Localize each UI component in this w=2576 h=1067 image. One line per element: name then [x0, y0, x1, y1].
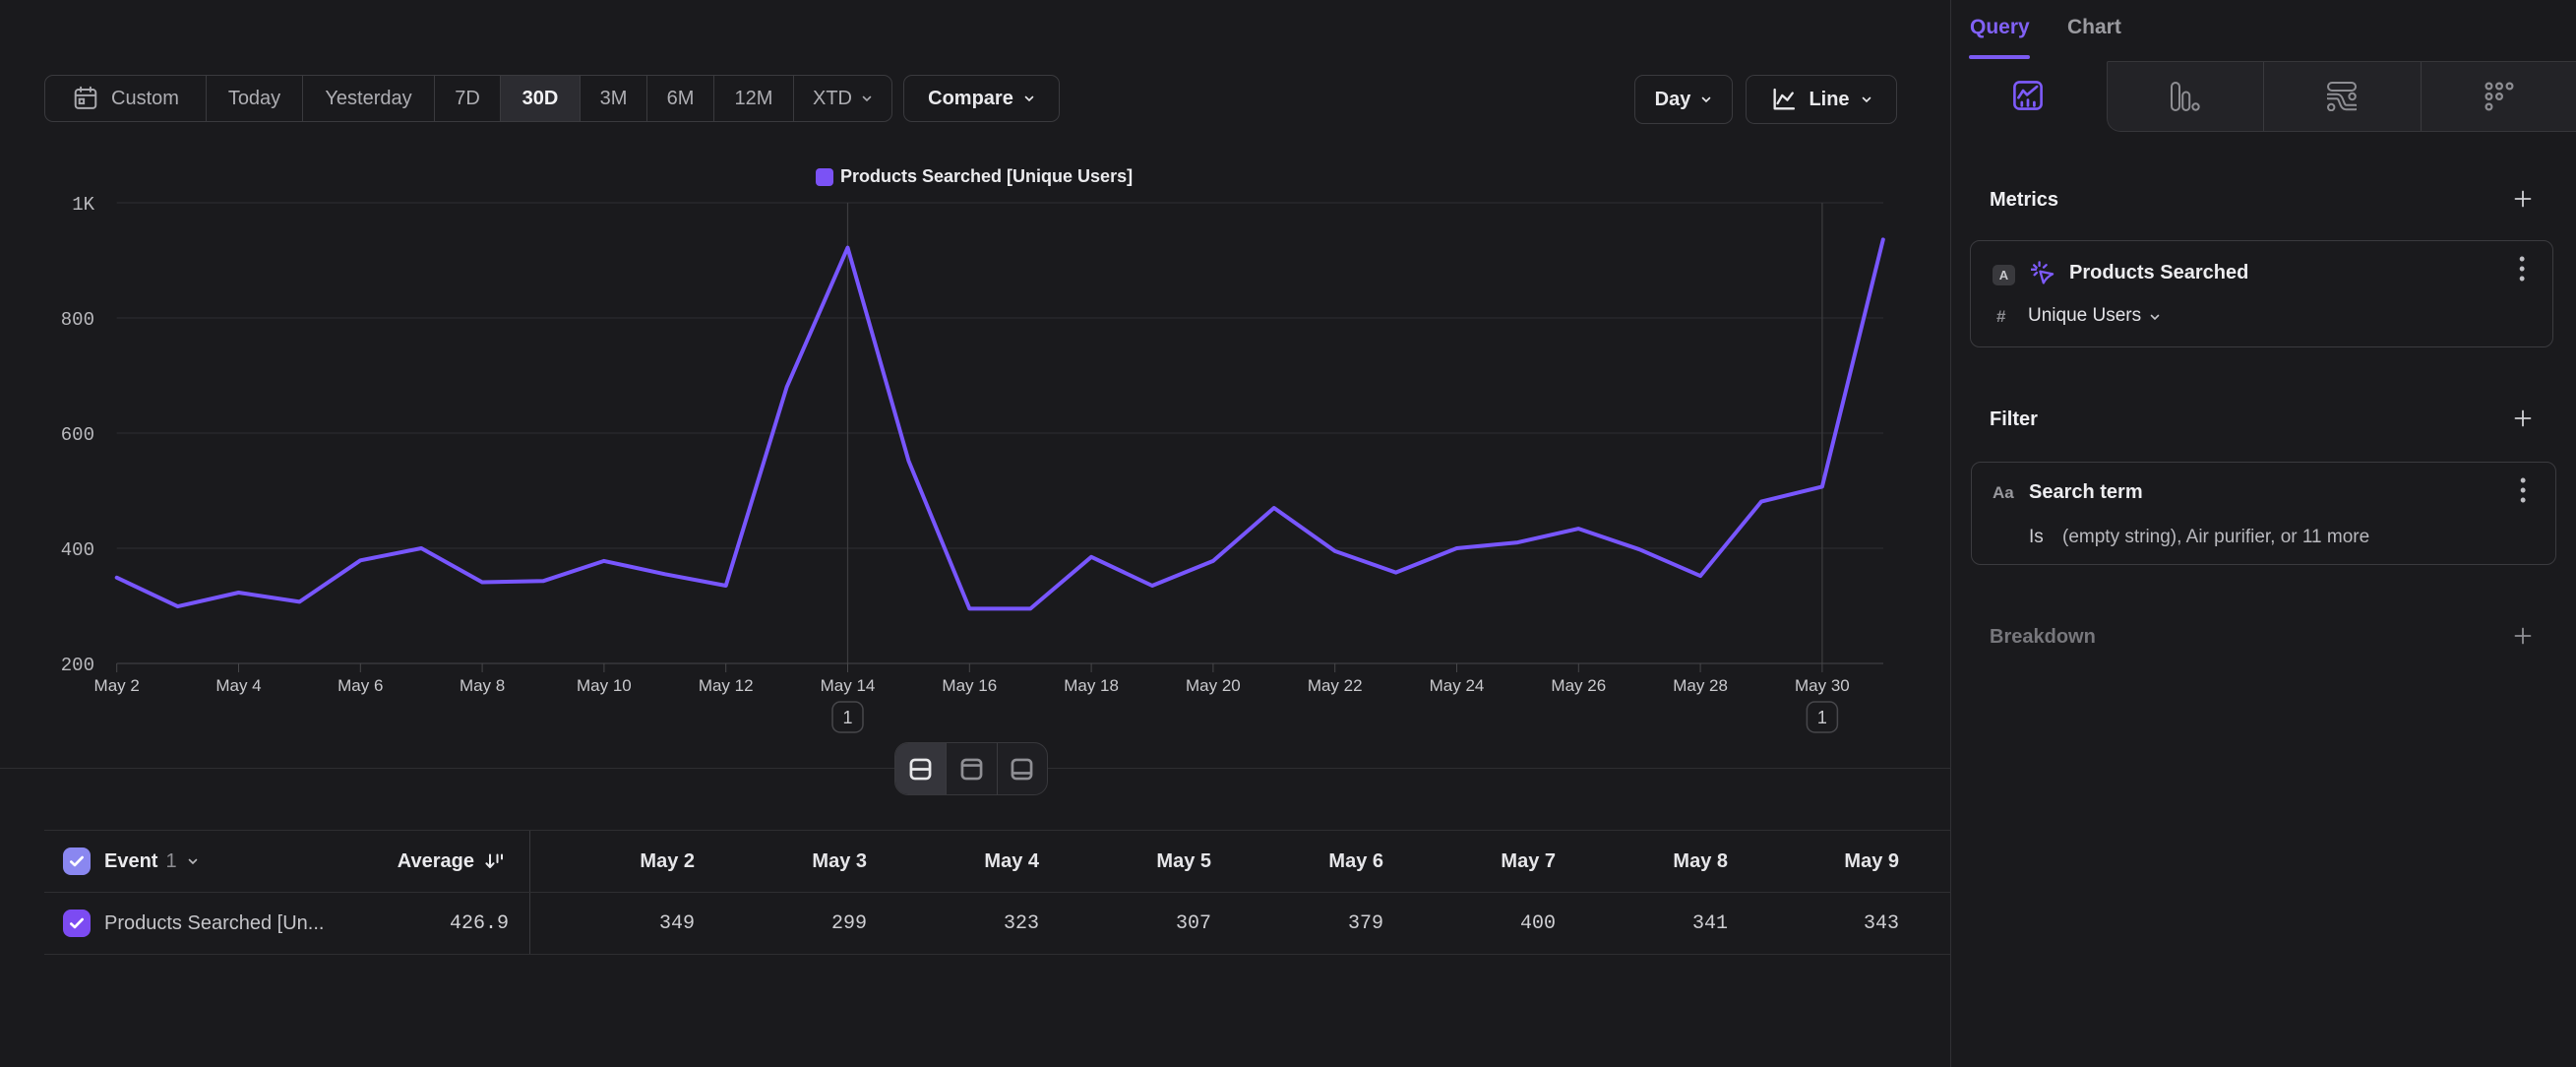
svg-text:May 24: May 24	[1430, 676, 1485, 695]
svg-text:May 8: May 8	[460, 676, 505, 695]
svg-text:May 18: May 18	[1064, 676, 1119, 695]
svg-text:May 26: May 26	[1551, 676, 1606, 695]
svg-text:May 12: May 12	[699, 676, 754, 695]
svg-text:200: 200	[61, 655, 94, 676]
svg-text:400: 400	[61, 539, 94, 561]
svg-text:800: 800	[61, 309, 94, 331]
svg-text:May 4: May 4	[215, 676, 261, 695]
svg-text:1: 1	[1817, 708, 1827, 727]
svg-text:1: 1	[842, 708, 852, 727]
svg-text:600: 600	[61, 424, 94, 446]
svg-text:May 22: May 22	[1308, 676, 1363, 695]
svg-text:May 10: May 10	[577, 676, 632, 695]
svg-text:May 16: May 16	[942, 676, 997, 695]
svg-text:May 30: May 30	[1795, 676, 1850, 695]
svg-text:May 20: May 20	[1186, 676, 1241, 695]
svg-text:1K: 1K	[72, 194, 94, 216]
svg-text:May 14: May 14	[821, 676, 876, 695]
svg-text:May 6: May 6	[337, 676, 383, 695]
svg-text:May 28: May 28	[1673, 676, 1728, 695]
svg-text:May 2: May 2	[94, 676, 140, 695]
